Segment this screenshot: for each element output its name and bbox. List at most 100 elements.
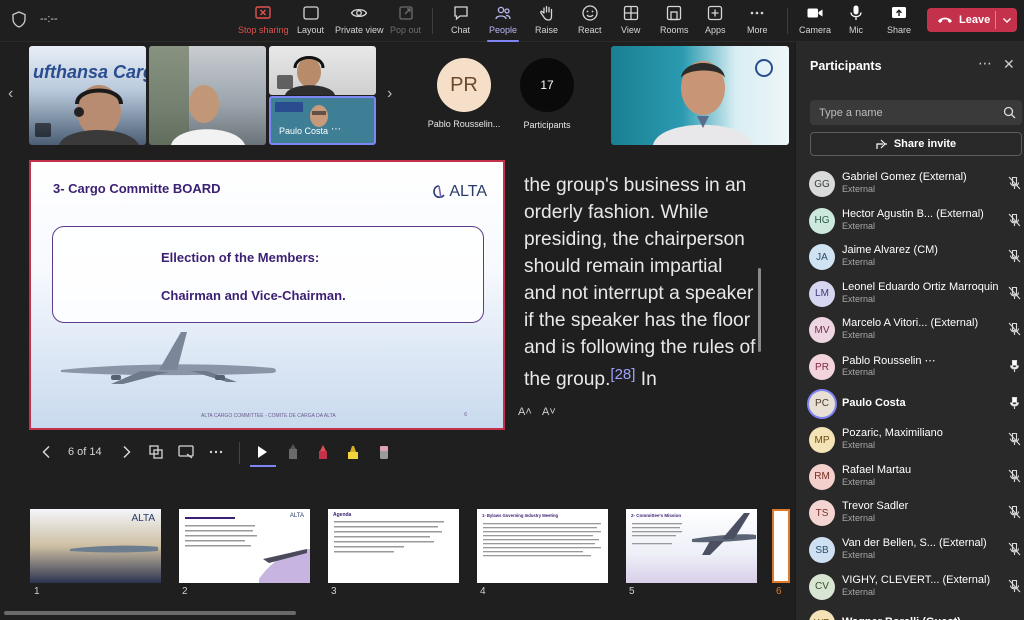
video-tile-participant-1[interactable]: ufthansa Cargo: [29, 46, 146, 145]
camera-button[interactable]: Camera: [799, 4, 831, 38]
teams-meeting-window: --:-- Stop sharing Layout Private view P…: [0, 0, 1024, 620]
apps-button[interactable]: Apps: [705, 4, 726, 38]
next-slide-icon[interactable]: [117, 443, 135, 461]
thumbnail-content: [632, 513, 756, 555]
participant-row[interactable]: JA Jaime Alvarez (CM) External: [809, 243, 1023, 277]
participant-role: External: [842, 220, 876, 231]
share-arrow-icon: [876, 139, 887, 149]
more-button[interactable]: More: [747, 4, 768, 38]
participant-row[interactable]: HG Hector Agustin B... (External) External: [809, 207, 1023, 241]
notes-reference[interactable]: [28]: [610, 366, 635, 383]
avatar: JA: [809, 244, 835, 271]
red-marker-icon[interactable]: [314, 443, 332, 461]
video-tile-participant-3[interactable]: [269, 46, 376, 95]
participant-row[interactable]: TS Trevor Sadler External: [809, 499, 1023, 533]
private-view-button[interactable]: Private view: [335, 4, 384, 38]
panel-title: Participants: [810, 59, 882, 73]
slide-thumbnail-5[interactable]: 2- Committee's Mission: [626, 509, 757, 583]
participant-name: Wagner Borelli (Guest): [842, 616, 961, 620]
share-button[interactable]: Share: [887, 4, 911, 38]
participant-role: External: [842, 367, 876, 377]
participant-row[interactable]: PR Pablo Rousselin ⋯ External: [809, 353, 1023, 387]
layout-button[interactable]: Layout: [297, 4, 324, 38]
slide-thumbnail-4[interactable]: 1- Bylaws Governing Industry Meeting: [477, 509, 608, 583]
participant-row[interactable]: WB Wagner Borelli (Guest): [809, 609, 1023, 620]
share-invite-button[interactable]: Share invite: [810, 132, 1022, 156]
participant-name: Van der Bellen, S... (External): [842, 537, 987, 549]
more-options-icon[interactable]: [207, 443, 225, 461]
leave-button[interactable]: Leave: [927, 8, 1017, 32]
slide-thumbnail-6[interactable]: [772, 509, 790, 583]
increase-font-button[interactable]: A˄: [518, 406, 532, 418]
participant-row[interactable]: CV VIGHY, CLEVERT... (External) External: [809, 573, 1023, 607]
mic-button[interactable]: Mic: [847, 4, 865, 38]
participant-row[interactable]: RM Rafael Martau External: [809, 463, 1023, 497]
participant-name: Pozaric, Maximiliano: [842, 427, 943, 440]
notes-scrollbar[interactable]: [758, 268, 761, 352]
view-button[interactable]: View: [621, 4, 640, 38]
rooms-button[interactable]: Rooms: [660, 4, 689, 38]
decrease-font-button[interactable]: A˅: [542, 406, 556, 418]
video-tile-speaker[interactable]: [611, 46, 789, 145]
participant-name: Trevor Sadler: [842, 500, 909, 513]
participant-row[interactable]: PC Paulo Costa: [809, 390, 1023, 424]
raise-hand-button[interactable]: Raise: [535, 4, 558, 38]
search-icon[interactable]: [1003, 106, 1016, 119]
participant-row[interactable]: MP Pozaric, Maximiliano External: [809, 426, 1023, 460]
tile-more-icon[interactable]: ⋯: [331, 124, 341, 135]
strip-next-arrow[interactable]: ›: [387, 85, 392, 103]
pointer-tool-icon[interactable]: [253, 443, 271, 461]
search-input[interactable]: [819, 104, 989, 121]
slide-footer: ALTA CARGO COMMITTEE - COMITE DE CARGA D…: [201, 413, 336, 419]
toolbar-divider: [787, 8, 788, 34]
muted-mic-icon: [277, 75, 293, 89]
avatar: MP: [809, 427, 835, 454]
smiley-icon: [582, 5, 598, 21]
slide-thumbnail-3[interactable]: Agenda: [328, 509, 459, 583]
avatar: PC: [809, 390, 835, 417]
eraser-icon[interactable]: [375, 443, 393, 461]
close-icon[interactable]: ✕: [1003, 56, 1015, 73]
slide-page-indicator: 6 of 14: [68, 446, 102, 458]
participant-row[interactable]: MV Marcelo A Vitori... (External) External: [809, 316, 1023, 350]
microphone-icon: [1009, 359, 1020, 372]
participant-row[interactable]: SB Van der Bellen, S... (External) Externa…: [809, 536, 1023, 570]
participant-name: Paulo Costa: [842, 396, 906, 409]
hand-icon: [539, 5, 552, 21]
thumbnail-number: 2: [182, 586, 188, 597]
mic-muted-icon: [1008, 176, 1021, 190]
participant-name: Marcelo A Vitori... (External): [842, 317, 979, 330]
participants-count-bubble[interactable]: 17: [520, 58, 574, 112]
people-button[interactable]: People: [486, 4, 520, 42]
rooms-icon: [667, 5, 682, 21]
grid-view-icon[interactable]: [147, 443, 165, 461]
presenter-view-icon[interactable]: [177, 443, 195, 461]
highlighter-icon[interactable]: [344, 443, 362, 461]
shared-presentation-slide[interactable]: 3- Cargo Committe BOARD ALTA Ellection o…: [29, 160, 505, 430]
participant-row[interactable]: GG Gabriel Gomez (External) External: [809, 170, 1023, 204]
participant-role: External: [842, 550, 876, 560]
previous-slide-icon[interactable]: [38, 443, 56, 461]
chat-button[interactable]: Chat: [451, 4, 470, 38]
participant-name: Jaime Alvarez (CM): [842, 244, 938, 257]
slide-thumbnail-1[interactable]: ALTA: [30, 509, 161, 583]
panel-more-icon[interactable]: ⋯: [978, 55, 992, 72]
participant-search[interactable]: [810, 100, 1022, 125]
pen-tool-icon[interactable]: [284, 443, 302, 461]
stop-sharing-button[interactable]: Stop sharing: [238, 4, 289, 38]
thumbnail-scrollbar[interactable]: [4, 611, 296, 615]
chevron-down-icon[interactable]: [1001, 14, 1013, 26]
slide-title: 3- Cargo Committe BOARD: [53, 181, 221, 196]
video-tile-participant-2[interactable]: [149, 46, 266, 145]
avatar: CV: [809, 573, 835, 600]
participant-row[interactable]: LM Leonel Eduardo Ortiz Marroquin External: [809, 280, 1023, 314]
react-button[interactable]: React: [578, 4, 602, 38]
pop-out-button[interactable]: Pop out: [390, 4, 421, 38]
video-tile-paulo-costa[interactable]: Paulo Costa ⋯: [269, 96, 376, 145]
slide-thumbnail-2[interactable]: ALTA: [179, 509, 310, 583]
strip-prev-arrow[interactable]: ‹: [8, 85, 13, 103]
avatar-pablo-rousselin[interactable]: PR: [437, 58, 491, 112]
participants-count-label: Participants: [523, 120, 571, 130]
participant-name: Gabriel Gomez (External): [842, 171, 967, 183]
meeting-timer: --:--: [40, 13, 58, 25]
